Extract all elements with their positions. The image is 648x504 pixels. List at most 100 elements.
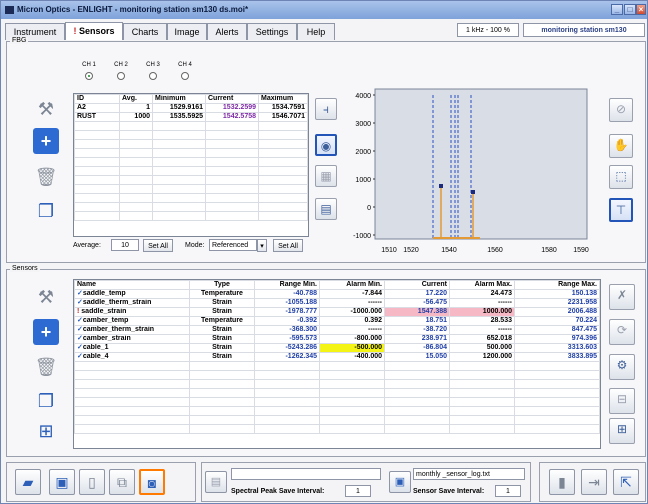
table-row[interactable]: ✓cable_1 Strain -5243.286 -500.000 -86.8…	[74, 343, 600, 353]
split-view-icon[interactable]: ⊟	[609, 388, 635, 414]
cell-range-min: -40.788	[254, 289, 320, 299]
x-tick-label: 1590	[573, 247, 589, 254]
cell-alarm-min: -1000.000	[319, 307, 385, 317]
average-input[interactable]: 10	[111, 239, 139, 251]
scale-icon[interactable]: ▦	[315, 165, 337, 187]
cell-alarm-min: ------	[319, 298, 385, 308]
channel-label: CH 4	[178, 62, 192, 68]
sensor-log-file-input[interactable]: monthly _sensor_log.txt	[413, 468, 525, 480]
channel-2-radio[interactable]	[117, 72, 125, 80]
camera-icon[interactable]: ◙	[139, 469, 165, 495]
y-tick-label: 0	[367, 205, 371, 212]
cell-alarm-min: ------	[319, 325, 385, 335]
cell-current: 238.971	[384, 334, 450, 344]
tab-charts[interactable]: Charts	[123, 23, 167, 40]
zoom-box-icon[interactable]: ⬚	[609, 165, 633, 189]
table-row[interactable]: ✓saddle_therm_strain Strain -1055.188 --…	[74, 298, 600, 308]
app-window: Micron Optics - ENLIGHT - monitoring sta…	[0, 0, 648, 504]
tab-alerts[interactable]: Alerts	[207, 23, 247, 40]
settings-tools-icon[interactable]: ⚒	[33, 96, 59, 122]
sensor-interval-label: Sensor Save Interval:	[413, 488, 485, 495]
zoom-out-icon[interactable]: ⊘	[609, 98, 633, 122]
table-row[interactable]: RUST 1000 1535.5925 1542.5758 1546.7071	[74, 112, 308, 122]
export-chart-icon[interactable]: ▤	[315, 198, 337, 220]
cell-range-min: -1262.345	[254, 352, 320, 362]
column-header: Type	[189, 280, 255, 290]
reset-icon[interactable]: ⟳	[609, 319, 635, 345]
peak-marker	[471, 190, 475, 194]
open-folder-icon[interactable]: ▰	[15, 469, 41, 495]
spectral-interval-label: Spectral Peak Save Interval:	[231, 488, 325, 495]
cell-name: camber_therm_strain	[82, 326, 155, 334]
import-sensor-icon[interactable]: ⊞	[33, 418, 59, 444]
table-row[interactable]: ! saddle_strain Strain -1978.777 -1000.0…	[74, 307, 600, 317]
pan-hand-icon[interactable]: ✋	[609, 134, 633, 158]
tab-sensors[interactable]: ! Sensors	[65, 22, 123, 40]
cell-type: Strain	[189, 352, 255, 362]
column-header: Current	[384, 280, 450, 290]
cell-range-max: 3313.603	[514, 343, 600, 353]
cell-type: Strain	[189, 334, 255, 344]
cell-range-min: -595.573	[254, 334, 320, 344]
table-row[interactable]: ✓camber_temp Temperature -0.392 0.392 18…	[74, 316, 600, 326]
disable-sensor-icon[interactable]: ✗	[609, 284, 635, 310]
new-file-icon[interactable]: ▯	[79, 469, 105, 495]
save-icon[interactable]: ▣	[49, 469, 75, 495]
spectral-interval-input[interactable]: 1	[345, 485, 371, 497]
copy-icon[interactable]: ❐	[33, 388, 59, 414]
column-header: Avg.	[119, 94, 153, 104]
settings-tools-icon[interactable]: ⚒	[33, 284, 59, 310]
add-icon[interactable]: +	[33, 128, 59, 154]
trash-icon[interactable]: 🗑	[33, 354, 59, 380]
table-row[interactable]: ✓camber_therm_strain Strain -368.300 ---…	[74, 325, 600, 335]
maximize-button[interactable]: □	[624, 4, 636, 15]
set-all-average-button[interactable]: Set All	[143, 239, 173, 252]
spectral-file-input[interactable]	[231, 468, 381, 480]
cell-current: 15.050	[384, 352, 450, 362]
cell-name: camber_temp	[82, 317, 129, 325]
cell-max: 1546.7071	[258, 112, 308, 122]
spectrum-view-icon[interactable]: ⫞	[315, 98, 337, 120]
add-sensor-icon[interactable]: +	[33, 319, 59, 345]
table-row[interactable]: ✓camber_strain Strain -595.573 -800.000 …	[74, 334, 600, 344]
trash-icon[interactable]: 🗑	[33, 164, 59, 190]
cell-name: saddle_temp	[82, 290, 126, 298]
channel-4-radio[interactable]	[181, 72, 189, 80]
copy-icon[interactable]: ❐	[33, 198, 59, 224]
tab-label: Image	[174, 27, 200, 37]
table-row[interactable]: ✓cable_4 Strain -1262.345 -400.000 15.05…	[74, 352, 600, 362]
table-header-row: ID Avg. Minimum Current Maximum	[74, 94, 308, 104]
cell-alarm-min: -7.844	[319, 289, 385, 299]
tab-help[interactable]: Help	[297, 23, 335, 40]
column-header: Alarm Min.	[319, 280, 385, 290]
column-header: Range Max.	[514, 280, 600, 290]
mode-select[interactable]: Referenced	[209, 239, 257, 251]
cell-current: 18.751	[384, 316, 450, 326]
tab-image[interactable]: Image	[167, 23, 207, 40]
device-icon[interactable]: ▮	[549, 469, 575, 495]
grid-view-icon[interactable]: ⊞	[609, 418, 635, 444]
sensor-settings-icon[interactable]: ⚙	[609, 354, 635, 380]
set-all-mode-button[interactable]: Set All	[273, 239, 303, 252]
channel-3-radio[interactable]	[149, 72, 157, 80]
x-tick-label: 1560	[487, 247, 503, 254]
channel-1-radio[interactable]	[85, 72, 93, 80]
export-icon[interactable]: ⇥	[581, 469, 607, 495]
cell-range-min: -1978.777	[254, 307, 320, 317]
exit-icon[interactable]: ⇱	[613, 469, 639, 495]
spectral-save-icon[interactable]: ▤	[205, 471, 227, 493]
mode-dropdown-chevron-icon[interactable]: ▾	[257, 239, 267, 252]
cell-range-max: 70.224	[514, 316, 600, 326]
table-row[interactable]: A2 1 1529.9161 1532.2599 1534.7591	[74, 103, 308, 113]
sensor-save-icon[interactable]: ▣	[389, 471, 411, 493]
minimize-button[interactable]: _	[611, 4, 623, 15]
zoom-fit-icon[interactable]: ◉	[315, 134, 337, 156]
sensor-interval-input[interactable]: 1	[495, 485, 521, 497]
close-button[interactable]: ×	[636, 4, 646, 15]
cursor-marker-icon[interactable]: ⊤	[609, 198, 633, 222]
tab-settings[interactable]: Settings	[247, 23, 297, 40]
copy-file-icon[interactable]: ⧉	[109, 469, 135, 495]
table-row[interactable]: ✓saddle_temp Temperature -40.788 -7.844 …	[74, 289, 600, 299]
sensors-table: Name Type Range Min. Alarm Min. Current …	[73, 279, 601, 449]
cell-type: Temperature	[189, 289, 255, 299]
